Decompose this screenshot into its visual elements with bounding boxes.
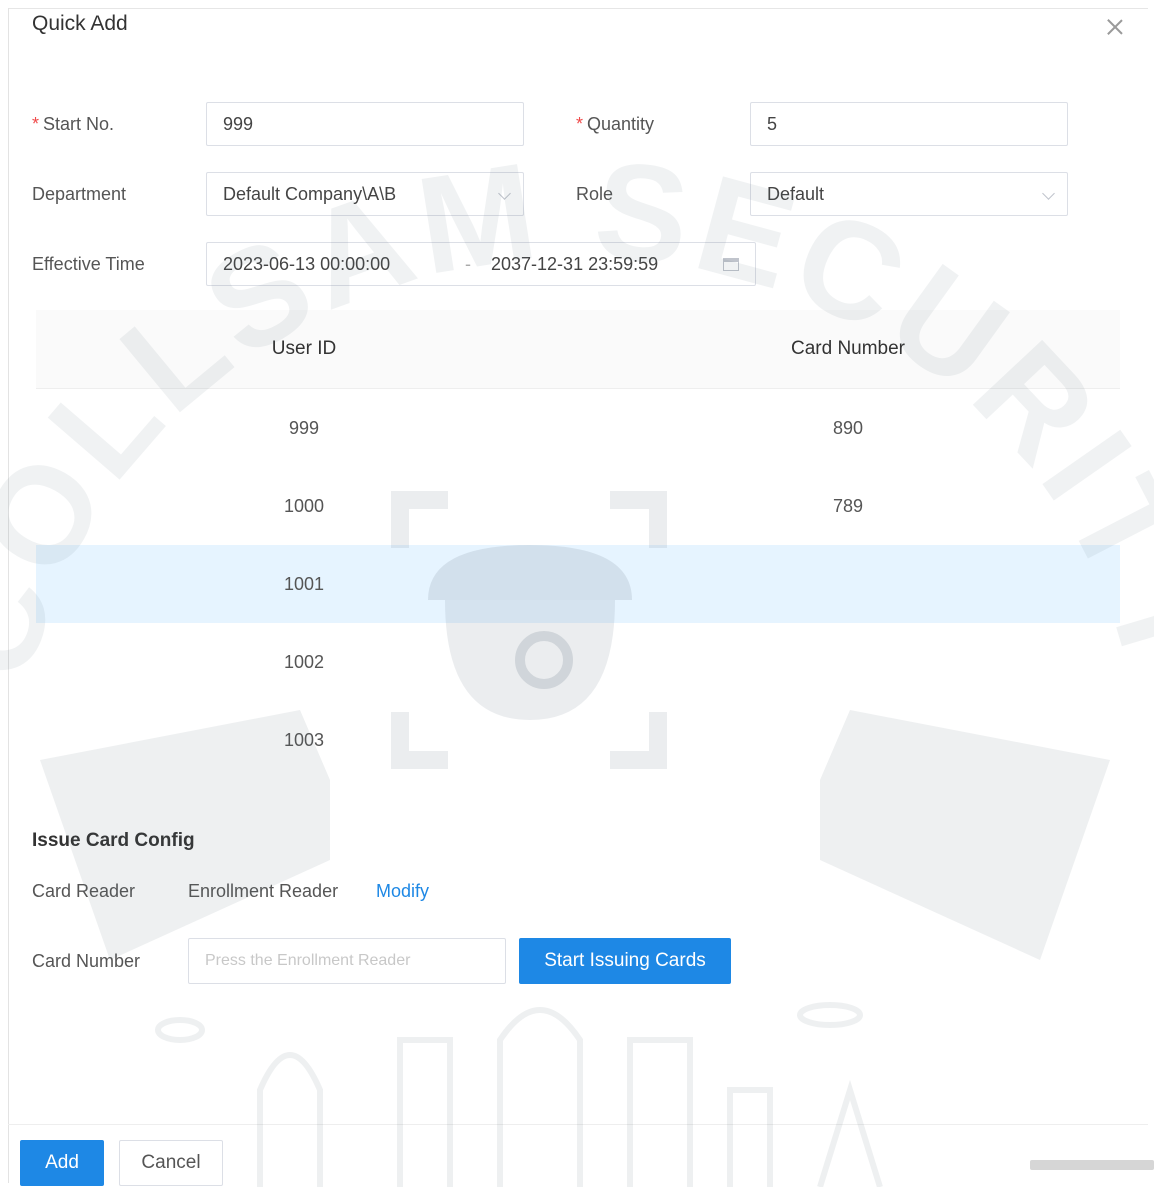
table-row-selected[interactable]: 1001 <box>36 545 1120 623</box>
dialog-top-border <box>8 8 1148 9</box>
issue-card-config-title: Issue Card Config <box>32 830 195 851</box>
role-label: Role <box>576 184 614 204</box>
card-number-label: Card Number <box>32 951 141 971</box>
modify-link[interactable]: Modify <box>376 881 429 902</box>
department-value: Default Company\A\B <box>223 184 397 204</box>
quantity-input[interactable]: 5 <box>750 102 1068 146</box>
user-id-cell: 1000 <box>283 496 325 516</box>
role-value: Default <box>767 184 825 204</box>
close-icon[interactable] <box>1104 16 1126 38</box>
card-reader-label: Card Reader <box>32 881 136 901</box>
user-card-table: User ID Card Number 999 890 1000 789 100… <box>36 310 1120 779</box>
cancel-button[interactable]: Cancel <box>119 1140 223 1186</box>
dialog-left-border <box>8 8 9 1183</box>
footer-divider <box>8 1124 1148 1125</box>
table-row[interactable]: 1003 <box>36 701 1120 779</box>
user-id-cell: 1002 <box>283 652 325 672</box>
table-row[interactable]: 1002 <box>36 623 1120 701</box>
effective-time-label: Effective Time <box>32 254 145 274</box>
table-row[interactable]: 1000 789 <box>36 467 1120 545</box>
user-id-cell: 1003 <box>283 730 325 750</box>
start-issuing-cards-button[interactable]: Start Issuing Cards <box>519 938 731 984</box>
chevron-down-icon <box>498 187 511 200</box>
column-header-user-id: User ID <box>271 338 337 359</box>
quick-add-dialog: Quick Add * Start No. 999 * Quantity 5 Dep… <box>0 0 1154 1187</box>
department-select[interactable]: Default Company\A\B <box>206 172 524 216</box>
effective-time-start: 2023-06-13 00:00:00 <box>223 254 391 274</box>
user-id-cell: 999 <box>288 418 320 438</box>
card-number-cell: 789 <box>832 496 864 516</box>
city-skyline-icon <box>155 1002 883 1187</box>
table-row[interactable]: 999 890 <box>36 389 1120 467</box>
department-label: Department <box>32 184 127 204</box>
chevron-down-icon <box>1042 187 1055 200</box>
horizontal-scrollbar[interactable] <box>1030 1160 1154 1170</box>
dialog-title: Quick Add <box>32 12 128 35</box>
user-id-cell: 1001 <box>283 574 325 594</box>
quantity-label: * Quantity <box>576 114 655 134</box>
effective-time-end: 2037-12-31 23:59:59 <box>491 254 659 274</box>
effective-time-range-picker[interactable]: 2023-06-13 00:00:00 - 2037-12-31 23:59:5… <box>206 242 756 286</box>
card-number-cell: 890 <box>832 418 864 438</box>
start-no-label: * Start No. <box>32 114 115 134</box>
role-select[interactable]: Default <box>750 172 1068 216</box>
card-number-input[interactable] <box>188 938 506 984</box>
start-no-input[interactable]: 999 <box>206 102 524 146</box>
column-header-card-number: Card Number <box>790 338 906 359</box>
card-reader-value: Enrollment Reader <box>188 881 339 901</box>
table-header: User ID Card Number <box>36 310 1120 389</box>
add-button[interactable]: Add <box>20 1140 104 1186</box>
calendar-icon <box>723 258 739 271</box>
range-separator: - <box>465 254 471 274</box>
